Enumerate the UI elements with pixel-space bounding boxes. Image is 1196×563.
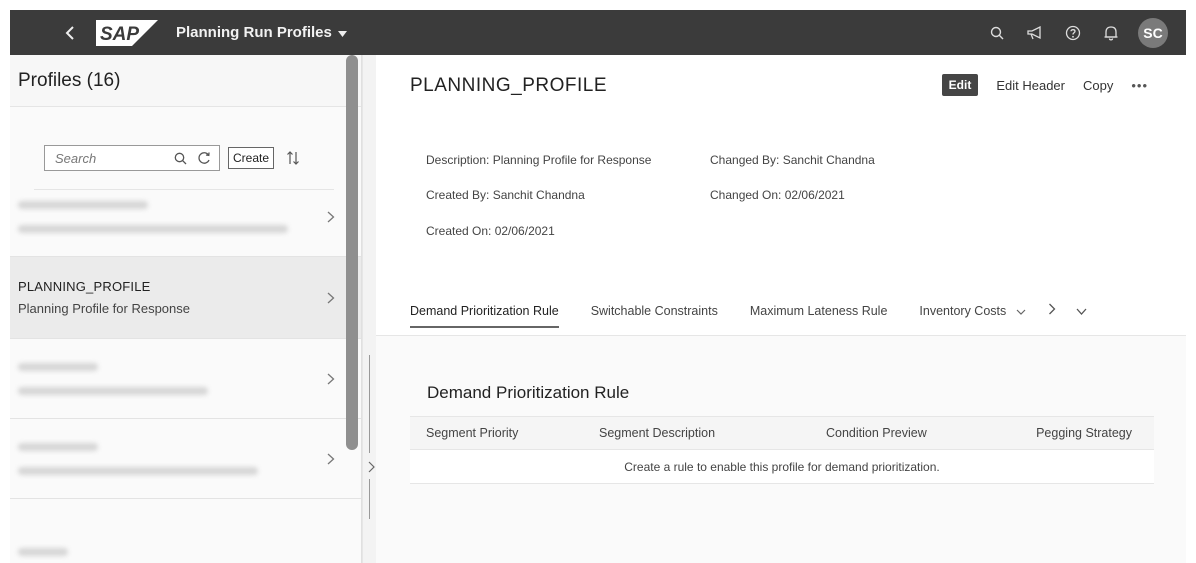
help-icon[interactable]: [1062, 22, 1084, 44]
refresh-icon[interactable]: [195, 149, 213, 167]
search-field[interactable]: Search: [44, 145, 220, 171]
copy-button[interactable]: Copy: [1083, 78, 1113, 93]
search-icon[interactable]: [986, 22, 1008, 44]
tab-inventory-costs[interactable]: Inventory Costs: [919, 304, 1006, 328]
sort-icon[interactable]: [282, 147, 304, 169]
create-button[interactable]: Create: [228, 147, 275, 169]
meta-created-on: Created On: 02/06/2021: [426, 224, 555, 238]
caret-down-icon: [337, 24, 347, 41]
master-scrollbar[interactable]: [346, 55, 358, 450]
back-icon[interactable]: [60, 22, 82, 44]
master-title: Profiles (16): [10, 55, 361, 107]
avatar[interactable]: SC: [1138, 17, 1168, 48]
app-title-menu[interactable]: Planning Run Profiles: [176, 24, 347, 41]
shell-bar: SAP Planning Run Profiles SC: [10, 10, 1186, 55]
blurred-title: [18, 442, 98, 451]
table-header: Segment Priority Segment Description Con…: [410, 416, 1154, 450]
blurred-description: [18, 386, 208, 395]
column-condition-preview[interactable]: Condition Preview: [826, 426, 927, 440]
edit-button[interactable]: Edit: [941, 74, 979, 96]
tab-switchable-constraints[interactable]: Switchable Constraints: [591, 304, 718, 328]
section-title: Demand Prioritization Rule: [427, 383, 630, 402]
search-icon[interactable]: [171, 149, 189, 167]
more-options-icon[interactable]: •••: [1131, 78, 1148, 93]
tab-demand-prioritization-rule[interactable]: Demand Prioritization Rule: [410, 304, 559, 328]
table-empty-message: Create a rule to enable this profile for…: [410, 450, 1154, 484]
app-title: Planning Run Profiles: [176, 24, 332, 41]
chevron-right-icon: [316, 373, 346, 385]
detail-panel: PLANNING_PROFILE Edit Edit Header Copy •…: [376, 55, 1186, 563]
megaphone-icon[interactable]: [1024, 22, 1046, 44]
meta-changed-by: Changed By: Sanchit Chandna: [710, 153, 875, 167]
blurred-title: [18, 547, 68, 556]
list-item-description: Planning Profile for Response: [18, 301, 190, 316]
header-actions: Edit Edit Header Copy •••: [941, 74, 1148, 96]
search-input[interactable]: Search: [55, 151, 165, 166]
svg-text:SAP: SAP: [100, 24, 139, 45]
tab-overflow-chevron-icon[interactable]: [1076, 304, 1087, 328]
tab-maximum-lateness-rule[interactable]: Maximum Lateness Rule: [750, 304, 888, 328]
edit-header-button[interactable]: Edit Header: [996, 78, 1065, 93]
sap-logo[interactable]: SAP: [96, 19, 158, 46]
blurred-title: [18, 362, 98, 371]
column-pegging-strategy[interactable]: Pegging Strategy: [1036, 426, 1132, 440]
list-item-planning-profile[interactable]: PLANNING_PROFILE Planning Profile for Re…: [10, 257, 361, 339]
column-segment-priority[interactable]: Segment Priority: [426, 426, 518, 440]
object-title: PLANNING_PROFILE: [410, 75, 607, 96]
list-item[interactable]: [10, 339, 361, 419]
blurred-title: [18, 200, 148, 209]
bell-icon[interactable]: [1100, 22, 1122, 44]
column-segment-description[interactable]: Segment Description: [599, 426, 715, 440]
chevron-right-icon: [316, 211, 346, 223]
meta-changed-on: Changed On: 02/06/2021: [710, 188, 845, 202]
list-item[interactable]: [10, 419, 361, 499]
meta-created-by: Created By: Sanchit Chandna: [426, 188, 585, 202]
tab-bar: Demand Prioritization Rule Switchable Co…: [410, 303, 1087, 328]
blurred-description: [18, 224, 288, 233]
master-panel: Profiles (16) Search Create PLANNING_PRO…: [10, 55, 362, 563]
list-item[interactable]: [10, 499, 361, 563]
list-item[interactable]: [10, 177, 361, 257]
chevron-right-icon: [316, 292, 346, 304]
rules-table: Segment Priority Segment Description Con…: [410, 416, 1154, 484]
meta-description: Description: Planning Profile for Respon…: [426, 153, 652, 167]
chevron-right-icon: [316, 453, 346, 465]
tab-scroll-right-icon[interactable]: [1048, 303, 1056, 328]
splitter[interactable]: [362, 55, 377, 563]
list-item-title: PLANNING_PROFILE: [18, 279, 151, 294]
blurred-description: [18, 466, 258, 475]
chevron-down-icon[interactable]: [1016, 304, 1026, 328]
